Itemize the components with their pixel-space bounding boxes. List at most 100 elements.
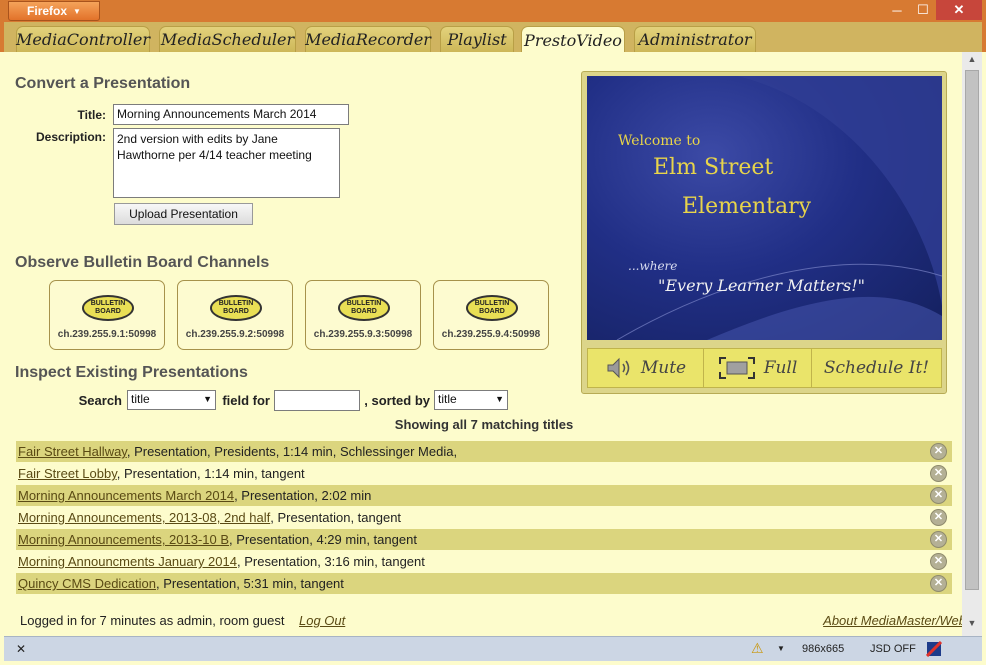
full-label: Full (763, 358, 798, 378)
maximize-icon[interactable]: ☐ (910, 0, 936, 20)
schedule-label: Schedule It! (823, 358, 930, 378)
table-row: Fair Street Hallway, Presentation, Presi… (16, 441, 952, 462)
logo-text: BULLETIN (346, 300, 382, 307)
presentation-details: , Presentation, 2:02 min (234, 488, 372, 503)
video-control-bar: Mute Full Schedule It! (587, 348, 942, 388)
presentation-link[interactable]: Morning Announcements March 2014 (18, 488, 234, 503)
warning-icon[interactable]: ⚠ (751, 640, 764, 657)
convert-heading: Convert a Presentation (15, 75, 191, 92)
fullscreen-icon (718, 357, 755, 379)
chevron-down-icon: ▼ (203, 394, 212, 404)
channel-card-4[interactable]: BULLETIN BOARD ch.239.255.9.4:50998 (433, 280, 549, 350)
slide-motto: "Every Learner Matters!" (658, 276, 866, 295)
firefox-menu-label: Firefox (27, 4, 68, 18)
scroll-down-icon[interactable]: ▼ (962, 618, 982, 632)
sorted-by-label: , sorted by (364, 393, 430, 408)
sort-value: title (438, 392, 457, 406)
scrollbar-thumb[interactable] (965, 70, 979, 590)
channel-card-2[interactable]: BULLETIN BOARD ch.239.255.9.2:50998 (177, 280, 293, 350)
close-status-icon[interactable]: ✕ (16, 642, 26, 656)
browser-status-bar: ✕ ⚠ ▼ 986x665 JSD OFF (4, 636, 982, 661)
search-field-value: title (131, 392, 150, 406)
channel-label: ch.239.255.9.4:50998 (441, 329, 541, 340)
logo-text: BOARD (95, 308, 121, 315)
channel-label: ch.239.255.9.1:50998 (57, 329, 157, 340)
table-row: Quincy CMS Dedication, Presentation, 5:3… (16, 573, 952, 594)
presentation-slide[interactable]: Welcome to Elm Street Elementary ...wher… (587, 76, 942, 340)
tab-playlist[interactable]: Playlist (440, 26, 514, 52)
presentation-details: , Presentation, tangent (270, 510, 402, 525)
bulletin-board-icon: BULLETIN BOARD (466, 295, 518, 321)
addon-icon[interactable] (926, 641, 942, 657)
delete-icon[interactable]: ✕ (930, 509, 947, 526)
main-content: Convert a Presentation Title: Morning An… (4, 52, 966, 636)
table-row: Fair Street Lobby, Presentation, 1:14 mi… (16, 463, 952, 484)
about-link[interactable]: About MediaMaster/Web (764, 613, 966, 628)
schedule-button[interactable]: Schedule It! (812, 349, 941, 387)
delete-icon[interactable]: ✕ (930, 531, 947, 548)
delete-icon[interactable]: ✕ (930, 465, 947, 482)
table-row: Morning Announcments January 2014, Prese… (16, 551, 952, 572)
app-tab-bar: MediaController MediaScheduler MediaReco… (0, 22, 986, 53)
minimize-icon[interactable]: ─ (884, 0, 910, 20)
channel-card-1[interactable]: BULLETIN BOARD ch.239.255.9.1:50998 (49, 280, 165, 350)
delete-icon[interactable]: ✕ (930, 553, 947, 570)
presentation-details: , Presentation, Presidents, 1:14 min, Sc… (126, 444, 458, 459)
tab-mediarecorder[interactable]: MediaRecorder (305, 26, 431, 52)
chevron-down-icon: ▼ (495, 394, 504, 404)
sort-select[interactable]: title ▼ (434, 390, 508, 410)
tab-administrator[interactable]: Administrator (634, 26, 756, 52)
mute-button[interactable]: Mute (588, 349, 704, 387)
scroll-up-icon[interactable]: ▲ (962, 54, 982, 68)
jsd-status[interactable]: JSD OFF (870, 643, 916, 655)
slide-school-line-2: Elementary (682, 194, 812, 219)
logo-text: BOARD (351, 308, 377, 315)
slide-school-line-1: Elm Street (653, 155, 774, 180)
presentation-link[interactable]: Morning Announcements, 2013-08, 2nd half (18, 510, 270, 525)
inspect-heading: Inspect Existing Presentations (15, 364, 248, 381)
tab-prestovideo[interactable]: PrestoVideo (521, 26, 625, 53)
delete-icon[interactable]: ✕ (930, 443, 947, 460)
presentation-link[interactable]: Fair Street Hallway (18, 444, 127, 459)
presentation-link[interactable]: Morning Announcements, 2013-10 B (18, 532, 229, 547)
description-textarea[interactable]: 2nd version with edits by Jane Hawthorne… (113, 128, 340, 198)
slide-welcome-text: Welcome to (618, 133, 701, 149)
presentation-link[interactable]: Quincy CMS Dedication (18, 576, 156, 591)
bulletin-board-icon: BULLETIN BOARD (338, 295, 390, 321)
search-label: Search (78, 393, 122, 408)
firefox-menu-button[interactable]: Firefox ▼ (8, 1, 100, 21)
tab-mediacontroller[interactable]: MediaController (16, 26, 150, 52)
result-count: Showing all 7 matching titles (394, 417, 574, 432)
upload-presentation-button[interactable]: Upload Presentation (114, 203, 253, 225)
observe-heading: Observe Bulletin Board Channels (15, 254, 270, 271)
logo-text: BULLETIN (218, 300, 254, 307)
vertical-scrollbar[interactable]: ▲ ▼ (962, 52, 982, 636)
table-row: Morning Announcements March 2014, Presen… (16, 485, 952, 506)
delete-icon[interactable]: ✕ (930, 575, 947, 592)
table-row: Morning Announcements, 2013-08, 2nd half… (16, 507, 952, 528)
tab-mediascheduler[interactable]: MediaScheduler (159, 26, 296, 52)
presentation-details: , Presentation, 4:29 min, tangent (229, 532, 417, 547)
logout-link[interactable]: Log Out (299, 613, 345, 628)
slide-where-text: ...where (628, 259, 678, 273)
search-value-input[interactable] (274, 390, 360, 411)
chevron-down-icon[interactable]: ▼ (777, 644, 785, 653)
title-input[interactable]: Morning Announcements March 2014 (113, 104, 349, 125)
viewport-size: 986x665 (802, 643, 845, 655)
description-label: Description: (35, 130, 106, 144)
logo-text: BULLETIN (474, 300, 510, 307)
close-window-icon[interactable]: ✕ (936, 0, 982, 20)
channel-card-3[interactable]: BULLETIN BOARD ch.239.255.9.3:50998 (305, 280, 421, 350)
channel-label: ch.239.255.9.2:50998 (185, 329, 285, 340)
presentation-link[interactable]: Morning Announcments January 2014 (18, 554, 237, 569)
presentation-details: , Presentation, 1:14 min, tangent (116, 466, 305, 481)
presentation-link[interactable]: Fair Street Lobby (18, 466, 117, 481)
chevron-down-icon: ▼ (73, 6, 81, 16)
delete-icon[interactable]: ✕ (930, 487, 947, 504)
presentation-details: , Presentation, 5:31 min, tangent (156, 576, 344, 591)
presentation-details: , Presentation, 3:16 min, tangent (236, 554, 425, 569)
mute-label: Mute (640, 358, 687, 378)
full-screen-button[interactable]: Full (704, 349, 812, 387)
search-field-select[interactable]: title ▼ (127, 390, 216, 410)
table-row: Morning Announcements, 2013-10 B, Presen… (16, 529, 952, 550)
